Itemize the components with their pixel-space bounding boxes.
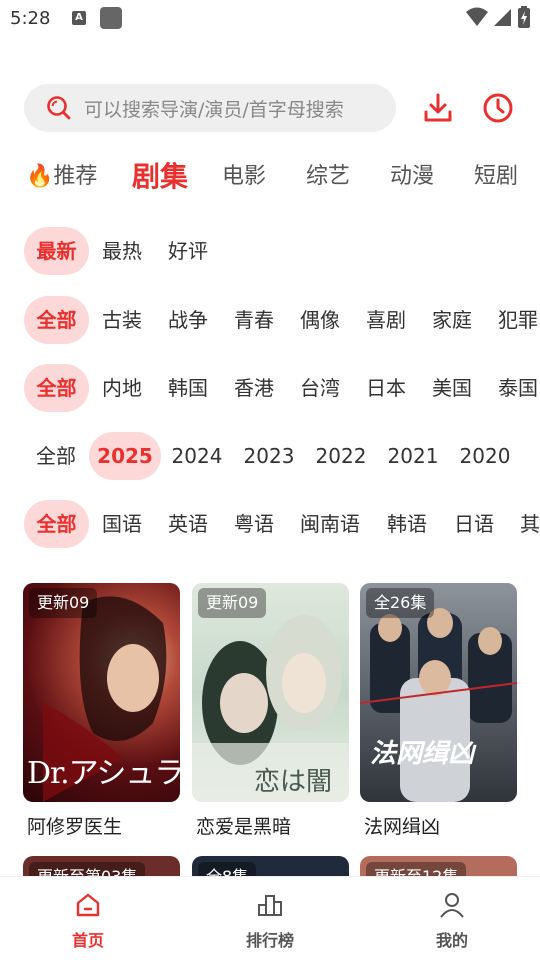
filter-genre: 全部 古装 战争 青春 偶像 喜剧 家庭 犯罪 xyxy=(24,296,540,344)
filter-year: 全部 2025 2024 2023 2022 2021 2020 xyxy=(24,432,540,480)
episode-badge: 更新09 xyxy=(29,588,98,618)
keyboard-icon: A xyxy=(72,11,86,25)
filter-genre-chip[interactable]: 犯罪 xyxy=(493,296,540,344)
tab-variety[interactable]: 综艺 xyxy=(306,152,350,202)
tab-recommend[interactable]: 🔥推荐 xyxy=(26,152,97,202)
poster-image: 更新09 恋は闇 xyxy=(192,583,349,802)
filter-language-chip[interactable]: 日语 xyxy=(449,500,499,548)
filter-year-chip[interactable]: 2022 xyxy=(311,432,371,480)
nav-ranking-label: 排行榜 xyxy=(245,931,294,950)
search-input[interactable]: 可以搜索导演/演员/首字母搜索 xyxy=(24,84,396,132)
filter-language: 全部 国语 英语 粤语 闽南语 韩语 日语 其他 xyxy=(24,500,540,548)
ranking-icon xyxy=(258,895,282,916)
tab-anime[interactable]: 动漫 xyxy=(390,152,434,202)
poster-title: 恋爱是黑暗 xyxy=(196,816,292,838)
fire-icon: 🔥 xyxy=(26,164,54,189)
filter-sort-chip[interactable]: 最热 xyxy=(97,227,147,275)
filter-language-chip[interactable]: 闽南语 xyxy=(296,500,364,548)
filter-language-chip[interactable]: 韩语 xyxy=(382,500,432,548)
filter-language-chip[interactable]: 全部 xyxy=(24,500,89,548)
tab-recommend-label: 推荐 xyxy=(53,164,98,189)
filter-sort-chip[interactable]: 好评 xyxy=(163,227,213,275)
download-icon[interactable] xyxy=(422,92,454,124)
filter-year-chip[interactable]: 2025 xyxy=(89,432,161,480)
filter-region-chip[interactable]: 美国 xyxy=(427,364,477,412)
filter-region: 全部 内地 韩国 香港 台湾 日本 美国 泰国 xyxy=(24,364,540,412)
filter-sort-chip[interactable]: 最新 xyxy=(24,227,89,275)
poster-image: 全26集 法网缉凶 xyxy=(360,583,517,802)
filter-region-chip[interactable]: 韩国 xyxy=(163,364,213,412)
filter-year-chip[interactable]: 2021 xyxy=(383,432,443,480)
nav-home-label: 首页 xyxy=(71,931,104,950)
nav-mine-label: 我的 xyxy=(435,931,468,950)
tab-series[interactable]: 剧集 xyxy=(132,152,188,202)
notification-icon xyxy=(100,7,122,29)
filter-region-chip[interactable]: 内地 xyxy=(97,364,147,412)
filter-language-chip[interactable]: 英语 xyxy=(163,500,213,548)
status-bar: 5:28 A xyxy=(0,0,540,40)
episode-badge: 全26集 xyxy=(366,588,435,618)
filter-year-chip[interactable]: 2023 xyxy=(239,432,299,480)
poster-art-text: Dr.アシュラ xyxy=(27,756,180,791)
search-row: 可以搜索导演/演员/首字母搜索 xyxy=(24,84,524,132)
category-tabs: 🔥推荐 剧集 电影 综艺 动漫 短剧 xyxy=(26,152,540,202)
filter-genre-chip[interactable]: 全部 xyxy=(24,296,89,344)
home-icon xyxy=(76,893,100,917)
filter-region-chip[interactable]: 台湾 xyxy=(295,364,345,412)
nav-ranking[interactable]: 排行榜 xyxy=(225,891,315,951)
poster-art-text: 恋は闇 xyxy=(254,767,333,797)
search-placeholder: 可以搜索导演/演员/首字母搜索 xyxy=(84,98,344,121)
filter-genre-chip[interactable]: 家庭 xyxy=(427,296,477,344)
filter-genre-chip[interactable]: 古装 xyxy=(97,296,147,344)
filter-language-chip[interactable]: 其他 xyxy=(515,500,540,548)
episode-badge: 更新09 xyxy=(198,588,267,618)
filter-region-chip[interactable]: 全部 xyxy=(24,364,89,412)
filter-region-chip[interactable]: 香港 xyxy=(229,364,279,412)
status-icons xyxy=(466,6,530,28)
wifi-icon xyxy=(466,7,488,26)
cellular-icon xyxy=(494,9,511,26)
tab-movies[interactable]: 电影 xyxy=(222,152,266,202)
filter-genre-chip[interactable]: 战争 xyxy=(163,296,213,344)
tab-short-drama[interactable]: 短剧 xyxy=(474,152,518,202)
status-time: 5:28 xyxy=(10,8,51,29)
battery-icon xyxy=(518,6,530,28)
filter-genre-chip[interactable]: 青春 xyxy=(229,296,279,344)
filter-region-chip[interactable]: 泰国 xyxy=(493,364,540,412)
nav-home[interactable]: 首页 xyxy=(43,891,133,951)
history-icon[interactable] xyxy=(482,92,514,124)
bottom-nav: 首页 排行榜 我的 xyxy=(0,876,540,960)
filter-genre-chip[interactable]: 偶像 xyxy=(295,296,345,344)
filter-sort: 最新 最热 好评 xyxy=(24,227,540,275)
poster-card[interactable]: 全26集 法网缉凶 法网缉凶 xyxy=(360,583,517,839)
poster-image: 更新09 Dr.アシュラ xyxy=(23,583,180,802)
filter-year-chip[interactable]: 全部 xyxy=(24,432,88,480)
filter-language-chip[interactable]: 国语 xyxy=(97,500,147,548)
filter-year-chip[interactable]: 2024 xyxy=(167,432,227,480)
poster-title: 法网缉凶 xyxy=(364,816,441,838)
poster-card[interactable]: 更新09 Dr.アシュラ 阿修罗医生 xyxy=(23,583,180,839)
poster-title: 阿修罗医生 xyxy=(27,816,123,838)
filter-language-chip[interactable]: 粤语 xyxy=(229,500,279,548)
nav-mine[interactable]: 我的 xyxy=(407,891,497,951)
poster-art-text: 法网缉凶 xyxy=(370,739,475,769)
filter-region-chip[interactable]: 日本 xyxy=(361,364,411,412)
filter-genre-chip[interactable]: 喜剧 xyxy=(361,296,411,344)
filter-year-chip[interactable]: 2020 xyxy=(455,432,515,480)
poster-card[interactable]: 更新09 恋は闇 恋爱是黑暗 xyxy=(192,583,349,839)
user-icon xyxy=(440,893,464,918)
search-icon xyxy=(47,96,71,120)
